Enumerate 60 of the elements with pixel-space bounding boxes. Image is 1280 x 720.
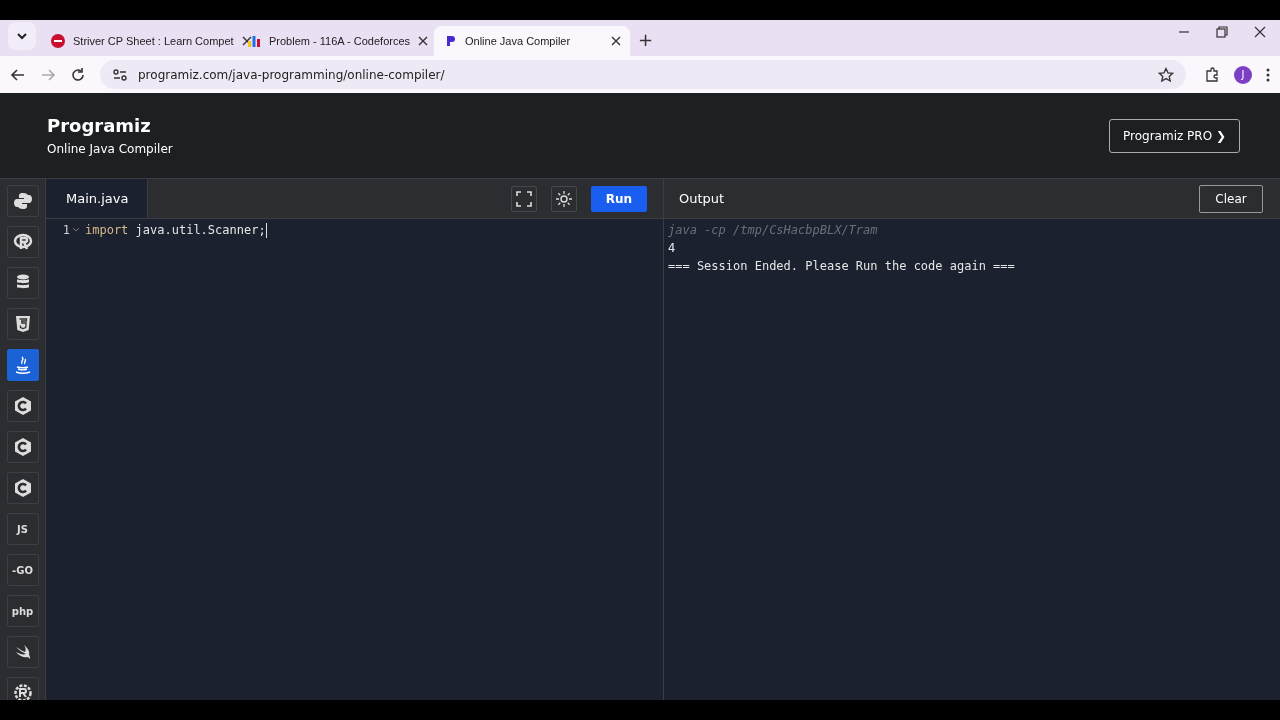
favicon-icon[interactable] xyxy=(246,33,262,49)
rust-logo-icon xyxy=(12,683,33,700)
restore-icon[interactable] xyxy=(1216,26,1228,38)
language-button[interactable]: php xyxy=(6,595,39,627)
fold-icon[interactable] xyxy=(73,227,79,233)
session-message: === Session Ended. Please Run the code again === xyxy=(668,258,1016,275)
menu-icon[interactable] xyxy=(1266,66,1270,83)
language-button[interactable] xyxy=(6,431,39,463)
reload-icon[interactable] xyxy=(70,66,86,83)
language-button[interactable] xyxy=(6,390,39,422)
language-button[interactable] xyxy=(6,185,39,217)
url-text: programiz.com/java-programming/online-compiler/ xyxy=(138,67,445,82)
c-logo-icon xyxy=(12,437,33,457)
browser-tab[interactable]: Striver CP Sheet : Learn Compet xyxy=(42,26,238,56)
python-icon xyxy=(12,191,33,211)
tab-title: Online Java Compiler xyxy=(465,35,572,47)
extensions-icon[interactable] xyxy=(1204,66,1220,83)
pro-button[interactable]: Programiz PRO ❯ xyxy=(1109,118,1240,153)
text-cursor xyxy=(265,222,267,238)
fullscreen-button[interactable] xyxy=(511,185,537,212)
language-button[interactable]: -GO xyxy=(6,554,39,586)
sun-icon xyxy=(556,190,572,207)
r-logo-icon xyxy=(12,232,33,252)
file-tab[interactable]: Main.java xyxy=(46,179,148,218)
favicon-icon[interactable] xyxy=(50,33,66,49)
line-number: 1 xyxy=(61,223,70,237)
browser-tab[interactable]: Online Java Compiler xyxy=(434,26,630,56)
close-icon[interactable] xyxy=(1254,26,1266,38)
command-line: java -cp /tmp/CsHacbpBLX/Tram xyxy=(668,222,879,239)
language-button[interactable] xyxy=(6,472,39,504)
profile-avatar[interactable]: J xyxy=(1234,65,1252,84)
site-settings-icon[interactable] xyxy=(112,66,128,83)
language-button[interactable] xyxy=(6,308,39,340)
star-icon[interactable] xyxy=(1158,66,1174,83)
tab-list-icon[interactable] xyxy=(8,22,36,50)
tab-title: Problem - 116A - Codeforces xyxy=(269,35,411,47)
tab-title: Striver CP Sheet : Learn Compet xyxy=(73,35,234,47)
output-line: 4 xyxy=(668,240,677,257)
language-button[interactable] xyxy=(6,349,39,381)
language-button[interactable] xyxy=(6,226,39,258)
run-button[interactable]: Run xyxy=(591,185,647,212)
address-bar[interactable]: programiz.com/java-programming/online-compiler/ xyxy=(100,60,1186,89)
clear-button[interactable]: Clear xyxy=(1199,184,1263,213)
c-logo-icon xyxy=(12,478,33,498)
language-button[interactable] xyxy=(6,636,39,668)
browser-tab[interactable]: Problem - 116A - Codeforces xyxy=(238,26,434,56)
close-icon[interactable] xyxy=(417,35,430,47)
code-line[interactable]: import java.util.Scanner; xyxy=(85,223,266,237)
theme-button[interactable] xyxy=(551,185,577,212)
close-icon[interactable] xyxy=(610,35,622,47)
fullscreen-icon xyxy=(516,190,532,207)
close-icon[interactable] xyxy=(240,35,253,47)
new-tab-button[interactable]: + xyxy=(638,29,654,50)
language-button[interactable]: JS xyxy=(6,513,39,545)
logo-text[interactable]: Programiz xyxy=(47,115,173,136)
page-subtitle: Online Java Compiler xyxy=(47,142,173,156)
back-icon[interactable] xyxy=(10,66,26,83)
c-logo-icon xyxy=(12,396,33,416)
output-title: Output xyxy=(679,191,725,206)
language-button[interactable] xyxy=(6,267,39,299)
